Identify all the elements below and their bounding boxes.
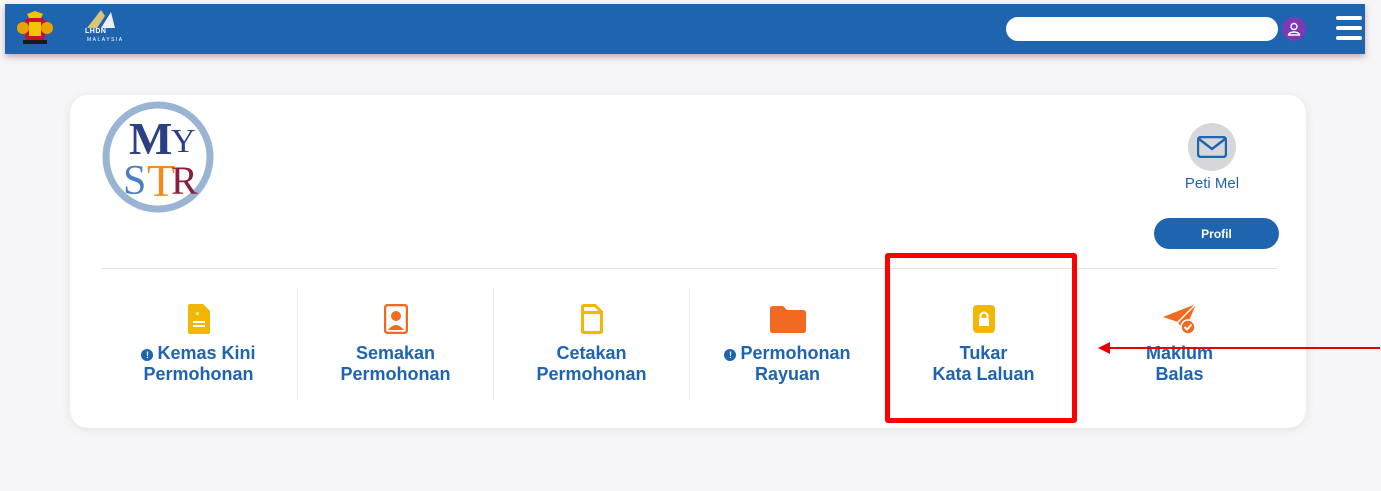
lhdn-logo: LHDN MALAYSIA xyxy=(81,8,131,48)
menu-label-line2: Balas xyxy=(1155,364,1204,384)
document-icon: * xyxy=(187,304,210,334)
svg-text:R: R xyxy=(171,158,198,203)
folder-icon xyxy=(769,306,806,333)
profile-button[interactable]: Profil xyxy=(1154,218,1279,249)
mail-icon-circle xyxy=(1188,123,1236,171)
search-input[interactable] xyxy=(1006,17,1278,41)
file-icon xyxy=(580,304,603,334)
menu-item-permohonan-rayuan[interactable]: ! Permohonan Rayuan xyxy=(690,285,885,400)
menu-label-line1: Permohonan xyxy=(740,343,851,363)
annotation-highlight-box xyxy=(885,253,1077,423)
menu-label-line2: Rayuan xyxy=(754,364,821,384)
svg-text:*: * xyxy=(195,311,200,321)
hamburger-menu-icon[interactable] xyxy=(1336,16,1362,40)
menu-label-line2: Permohonan xyxy=(536,364,647,384)
dashboard-card: M Y S T R Peti Mel Profil * ! Kemas Kini P… xyxy=(70,95,1306,428)
menu-label-line1: Maklum xyxy=(1145,343,1214,363)
menu-label-line2: Permohonan xyxy=(143,364,254,384)
alert-icon: ! xyxy=(724,349,737,361)
lhdn-emblem-icon xyxy=(87,10,115,28)
menu-item-maklum-balas[interactable]: Maklum Balas xyxy=(1082,285,1277,400)
alert-icon: ! xyxy=(141,349,154,361)
menu-label-line2: Permohonan xyxy=(340,364,451,384)
send-check-icon xyxy=(1162,303,1197,335)
user-account-button[interactable] xyxy=(1282,17,1306,41)
lhdn-logo-text: LHDN xyxy=(85,28,107,35)
section-divider xyxy=(101,268,1278,269)
menu-label-line1: Cetakan xyxy=(556,343,627,363)
mystr-logo: M Y S T R xyxy=(102,101,214,213)
envelope-icon xyxy=(1197,136,1227,158)
mailbox-label: Peti Mel xyxy=(1184,175,1240,192)
menu-item-semakan-permohonan[interactable]: Semakan Permohonan xyxy=(298,285,493,400)
mailbox-link[interactable]: Peti Mel xyxy=(1166,123,1258,192)
svg-text:S: S xyxy=(123,158,146,204)
menu-item-cetakan-permohonan[interactable]: Cetakan Permohonan xyxy=(494,285,689,400)
user-file-icon xyxy=(383,304,408,334)
lhdn-logo-subtext: MALAYSIA xyxy=(87,37,124,43)
menu-label-line1: Semakan xyxy=(355,343,436,363)
coat-of-arms-logo xyxy=(17,11,53,44)
annotation-arrow-head-icon xyxy=(1098,342,1110,354)
annotation-arrow-line xyxy=(1108,347,1380,349)
menu-label-line1: Kemas Kini xyxy=(157,343,256,363)
menu-item-kemas-kini-permohonan[interactable]: * ! Kemas Kini Permohonan xyxy=(101,285,296,400)
user-icon xyxy=(1287,22,1301,36)
top-navbar: LHDN MALAYSIA xyxy=(5,4,1365,54)
